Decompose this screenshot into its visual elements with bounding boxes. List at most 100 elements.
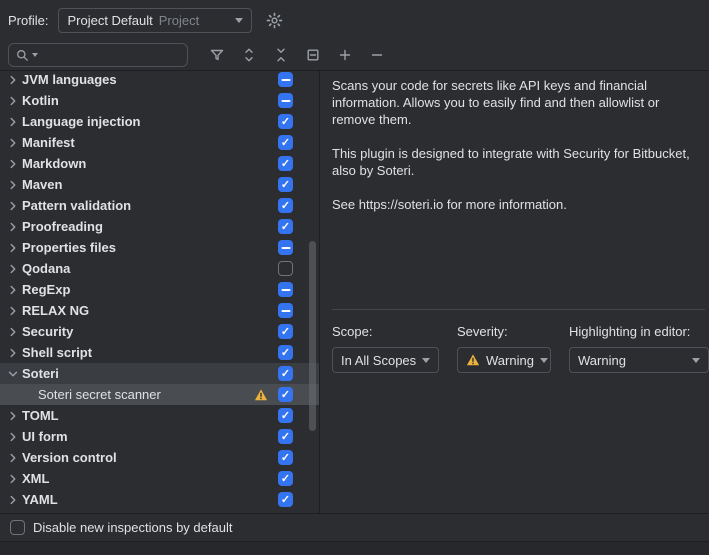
- tree-item-label: RELAX NG: [22, 303, 89, 318]
- highlighting-dropdown-value: Warning: [578, 353, 686, 368]
- warning-icon: [254, 388, 268, 402]
- chevron-right-icon[interactable]: [4, 220, 22, 234]
- chevron-right-icon[interactable]: [4, 136, 22, 150]
- tree-row-maven[interactable]: Maven: [0, 174, 319, 195]
- gear-icon[interactable]: [266, 12, 283, 29]
- inspections-settings-panel: Profile: Project Default Project: [0, 0, 709, 555]
- main-split: JVM languages Kotlin Language injection Man…: [0, 70, 709, 513]
- chevron-right-icon[interactable]: [4, 157, 22, 171]
- profile-dropdown[interactable]: Project Default Project: [58, 8, 252, 33]
- tree-row-manifest[interactable]: Manifest: [0, 132, 319, 153]
- inspection-checkbox[interactable]: [278, 198, 293, 213]
- tree-row-controls: [278, 198, 293, 213]
- search-options-chevron-icon[interactable]: [32, 53, 38, 57]
- disable-new-inspections-checkbox[interactable]: [10, 520, 25, 535]
- tree-row-language-injection[interactable]: Language injection: [0, 111, 319, 132]
- inspection-checkbox[interactable]: [278, 324, 293, 339]
- chevron-right-icon[interactable]: [4, 430, 22, 444]
- tree-row-controls: [278, 492, 293, 507]
- box-dash-icon[interactable]: [302, 44, 324, 66]
- tree-row-controls: [278, 345, 293, 360]
- inspection-checkbox[interactable]: [278, 471, 293, 486]
- tree-row-ui-form[interactable]: UI form: [0, 426, 319, 447]
- tree-row-soteri[interactable]: Soteri: [0, 363, 319, 384]
- tree-row-properties-files[interactable]: Properties files: [0, 237, 319, 258]
- scope-dropdown[interactable]: In All Scopes: [332, 347, 439, 373]
- inspection-checkbox[interactable]: [278, 135, 293, 150]
- chevron-right-icon[interactable]: [4, 451, 22, 465]
- tree-item-label: Soteri: [22, 366, 59, 381]
- expand-all-icon[interactable]: [238, 44, 260, 66]
- filter-icon[interactable]: [206, 44, 228, 66]
- tree-item-label: Kotlin: [22, 93, 59, 108]
- chevron-right-icon[interactable]: [4, 115, 22, 129]
- tree-row-kotlin[interactable]: Kotlin: [0, 90, 319, 111]
- inspection-checkbox[interactable]: [278, 240, 293, 255]
- chevron-right-icon[interactable]: [4, 199, 22, 213]
- chevron-right-icon[interactable]: [4, 472, 22, 486]
- inspection-checkbox[interactable]: [278, 303, 293, 318]
- chevron-right-icon[interactable]: [4, 94, 22, 108]
- inspection-checkbox[interactable]: [278, 219, 293, 234]
- inspection-checkbox[interactable]: [278, 408, 293, 423]
- tree-row-soteri-secret-scanner[interactable]: Soteri secret scanner: [0, 384, 319, 405]
- tree-row-markdown[interactable]: Markdown: [0, 153, 319, 174]
- chevron-right-icon[interactable]: [4, 178, 22, 192]
- tree-row-relax-ng[interactable]: RELAX NG: [0, 300, 319, 321]
- tree-row-qodana[interactable]: Qodana: [0, 258, 319, 279]
- tree-row-security[interactable]: Security: [0, 321, 319, 342]
- inspection-checkbox[interactable]: [278, 114, 293, 129]
- tree-scrollbar[interactable]: [309, 241, 316, 431]
- search-input[interactable]: [8, 43, 188, 67]
- tree-row-version-control[interactable]: Version control: [0, 447, 319, 468]
- tree-row-proofreading[interactable]: Proofreading: [0, 216, 319, 237]
- tree-row-shell-script[interactable]: Shell script: [0, 342, 319, 363]
- dash-icon[interactable]: [366, 44, 388, 66]
- tree-row-jvm-languages[interactable]: JVM languages: [0, 71, 319, 90]
- tree-row-xml[interactable]: XML: [0, 468, 319, 489]
- tree-row-controls: [278, 72, 293, 87]
- tree-row-controls: [278, 408, 293, 423]
- chevron-right-icon[interactable]: [4, 346, 22, 360]
- inspection-checkbox[interactable]: [278, 93, 293, 108]
- tree-row-toml[interactable]: TOML: [0, 405, 319, 426]
- tree-row-controls: [278, 471, 293, 486]
- inspection-checkbox[interactable]: [278, 177, 293, 192]
- chevron-down-icon: [235, 18, 243, 23]
- inspection-checkbox[interactable]: [278, 387, 293, 402]
- tree-item-label: Qodana: [22, 261, 70, 276]
- chevron-right-icon[interactable]: [4, 304, 22, 318]
- tree-row-controls: [278, 303, 293, 318]
- inspection-checkbox[interactable]: [278, 492, 293, 507]
- severity-dropdown[interactable]: Warning: [457, 347, 551, 373]
- plus-icon[interactable]: [334, 44, 356, 66]
- chevron-right-icon[interactable]: [4, 241, 22, 255]
- chevron-right-icon[interactable]: [4, 325, 22, 339]
- tree-row-controls: [278, 135, 293, 150]
- inspection-checkbox[interactable]: [278, 156, 293, 171]
- inspection-checkbox[interactable]: [278, 282, 293, 297]
- chevron-right-icon[interactable]: [4, 409, 22, 423]
- inspection-checkbox[interactable]: [278, 429, 293, 444]
- inspection-checkbox[interactable]: [278, 261, 293, 276]
- inspection-checkbox[interactable]: [278, 345, 293, 360]
- chevron-right-icon[interactable]: [4, 73, 22, 87]
- tree-row-regexp[interactable]: RegExp: [0, 279, 319, 300]
- tree-row-controls: [278, 261, 293, 276]
- tree-item-label: Language injection: [22, 114, 140, 129]
- chevron-right-icon[interactable]: [4, 283, 22, 297]
- tree-row-yaml[interactable]: YAML: [0, 489, 319, 510]
- footer-bar: Disable new inspections by default: [0, 513, 709, 541]
- description-paragraph: See https://soteri.io for more informati…: [332, 196, 700, 213]
- collapse-all-icon[interactable]: [270, 44, 292, 66]
- inspection-checkbox[interactable]: [278, 366, 293, 381]
- chevron-down-icon[interactable]: [4, 367, 22, 381]
- chevron-right-icon[interactable]: [4, 493, 22, 507]
- profile-label: Profile:: [8, 13, 48, 28]
- inspection-checkbox[interactable]: [278, 450, 293, 465]
- tree-row-pattern-validation[interactable]: Pattern validation: [0, 195, 319, 216]
- chevron-right-icon[interactable]: [4, 262, 22, 276]
- inspection-checkbox[interactable]: [278, 72, 293, 87]
- tree-row-controls: [278, 219, 293, 234]
- highlighting-dropdown[interactable]: Warning: [569, 347, 709, 373]
